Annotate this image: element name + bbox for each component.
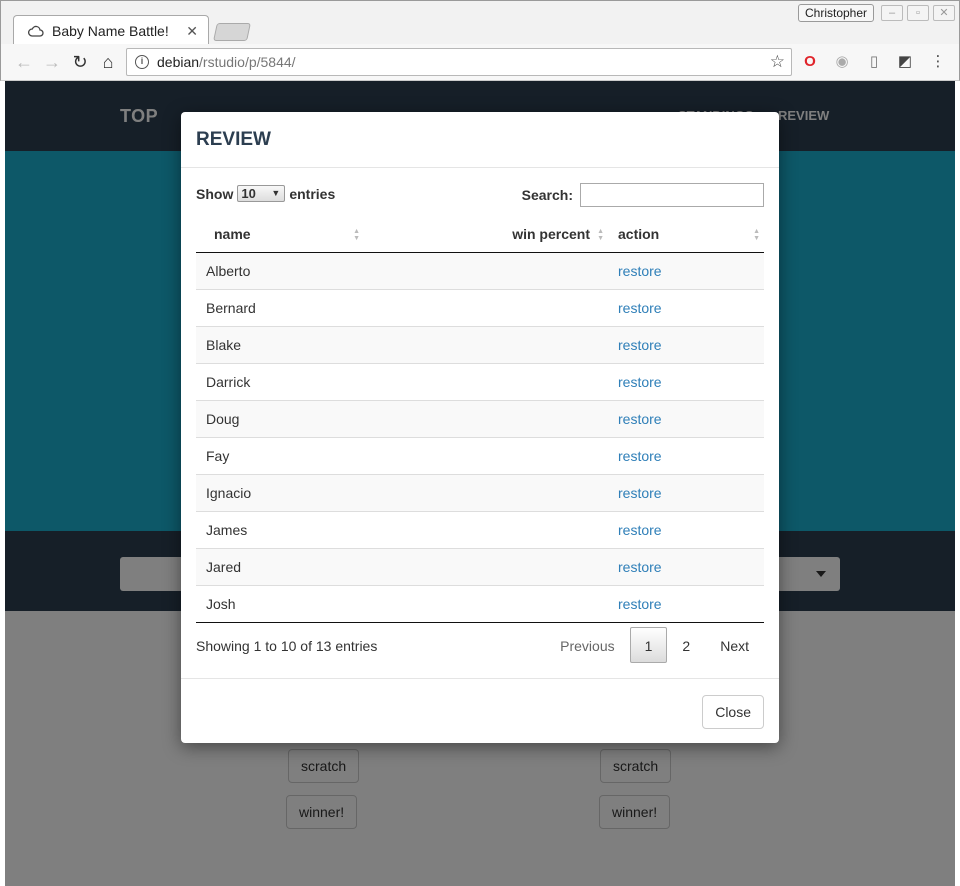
- sort-icon: ▲ ▼: [353, 228, 360, 242]
- row-name: Bernard: [196, 288, 364, 326]
- column-header-name[interactable]: name ▲ ▼: [196, 216, 364, 253]
- row-action: restore: [608, 362, 764, 400]
- row-win-percent: [364, 584, 608, 623]
- row-action: restore: [608, 252, 764, 289]
- entries-select[interactable]: 10 ▼: [237, 185, 286, 202]
- profile-button[interactable]: Christopher: [798, 4, 875, 22]
- sort-icon: ▲ ▼: [753, 228, 760, 242]
- row-action: restore: [608, 584, 764, 623]
- restore-link[interactable]: restore: [618, 596, 662, 612]
- sort-icon: ▲ ▼: [597, 228, 604, 242]
- restore-link[interactable]: restore: [618, 300, 662, 316]
- table-row: Ignacio restore: [196, 473, 764, 511]
- row-win-percent: [364, 510, 608, 548]
- back-icon[interactable]: ←: [12, 50, 36, 74]
- menu-icon[interactable]: ⋮: [928, 52, 948, 72]
- home-icon[interactable]: ⌂: [96, 50, 120, 74]
- row-action: restore: [608, 399, 764, 437]
- new-tab-button[interactable]: [213, 23, 251, 41]
- row-name: Jared: [196, 547, 364, 585]
- reload-icon[interactable]: ↻: [68, 50, 92, 74]
- page-2-button[interactable]: 2: [667, 627, 705, 663]
- row-action: restore: [608, 547, 764, 585]
- restore-link[interactable]: restore: [618, 559, 662, 575]
- row-win-percent: [364, 288, 608, 326]
- row-action: restore: [608, 510, 764, 548]
- table-row: Alberto restore: [196, 252, 764, 289]
- row-win-percent: [364, 399, 608, 437]
- row-win-percent: [364, 436, 608, 474]
- row-name: Doug: [196, 399, 364, 437]
- url-text: debian/rstudio/p/5844/: [157, 54, 296, 70]
- table-row: Josh restore: [196, 584, 764, 623]
- restore-link[interactable]: restore: [618, 448, 662, 464]
- table-row: Fay restore: [196, 436, 764, 474]
- forward-icon[interactable]: →: [40, 50, 64, 74]
- row-win-percent: [364, 362, 608, 400]
- row-name: Darrick: [196, 362, 364, 400]
- reader-icon[interactable]: ▯: [864, 52, 884, 72]
- next-page-button[interactable]: Next: [705, 627, 764, 663]
- row-win-percent: [364, 252, 608, 289]
- cloud-icon: [28, 25, 44, 37]
- row-action: restore: [608, 288, 764, 326]
- row-name: Ignacio: [196, 473, 364, 511]
- modal-footer: Close: [181, 678, 779, 743]
- close-window-icon[interactable]: ✕: [933, 5, 955, 21]
- row-win-percent: [364, 473, 608, 511]
- info-icon[interactable]: i: [135, 55, 149, 69]
- browser-toolbar: ← → ↻ ⌂ i debian/rstudio/p/5844/ ☆ O ◉ ▯…: [0, 44, 960, 81]
- table-row: James restore: [196, 510, 764, 548]
- row-action: restore: [608, 473, 764, 511]
- extension-icon[interactable]: ◉: [832, 52, 852, 72]
- cast-icon[interactable]: ◩: [895, 52, 915, 72]
- table-row: Darrick restore: [196, 362, 764, 400]
- row-name: Blake: [196, 325, 364, 363]
- pagination: Previous 1 2 Next: [545, 627, 764, 663]
- close-button[interactable]: Close: [702, 695, 764, 729]
- tab-title: Baby Name Battle!: [52, 23, 169, 39]
- browser-tab[interactable]: Baby Name Battle! ✕: [13, 15, 209, 45]
- table-row: Blake restore: [196, 325, 764, 363]
- restore-link[interactable]: restore: [618, 374, 662, 390]
- restore-link[interactable]: restore: [618, 485, 662, 501]
- row-win-percent: [364, 325, 608, 363]
- modal-title: REVIEW: [196, 129, 271, 150]
- bookmark-star-icon[interactable]: ☆: [770, 52, 785, 72]
- table-row: Bernard restore: [196, 288, 764, 326]
- search-input[interactable]: [580, 183, 764, 207]
- restore-link[interactable]: restore: [618, 522, 662, 538]
- column-header-action[interactable]: action ▲ ▼: [608, 216, 764, 253]
- review-modal: REVIEW Show 10 ▼ entries Search: name ▲ ▼ w…: [181, 112, 779, 743]
- search-area: Search:: [522, 183, 764, 207]
- close-tab-icon[interactable]: ✕: [186, 23, 198, 40]
- restore-link[interactable]: restore: [618, 263, 662, 279]
- restore-link[interactable]: restore: [618, 337, 662, 353]
- minimize-icon[interactable]: –: [881, 5, 903, 21]
- table-info: Showing 1 to 10 of 13 entries: [196, 638, 378, 654]
- table-row: Jared restore: [196, 547, 764, 585]
- row-action: restore: [608, 325, 764, 363]
- address-bar[interactable]: i debian/rstudio/p/5844/ ☆: [126, 48, 792, 76]
- entries-length: Show 10 ▼ entries: [196, 185, 336, 202]
- opera-icon[interactable]: O: [800, 52, 820, 72]
- row-name: Alberto: [196, 252, 364, 289]
- column-header-win-percent[interactable]: win percent ▲ ▼: [364, 216, 608, 253]
- page-content: TOP STANDINGS REVIEW scratch scratch win…: [5, 81, 955, 886]
- row-name: James: [196, 510, 364, 548]
- row-name: Fay: [196, 436, 364, 474]
- browser-tabstrip: Baby Name Battle! ✕ Christopher – ▫ ✕: [0, 0, 960, 45]
- table-row: Doug restore: [196, 399, 764, 437]
- row-name: Josh: [196, 584, 364, 623]
- maximize-icon[interactable]: ▫: [907, 5, 929, 21]
- previous-page-button[interactable]: Previous: [545, 627, 629, 663]
- dropdown-arrow-icon: ▼: [271, 188, 281, 198]
- row-action: restore: [608, 436, 764, 474]
- review-table: name ▲ ▼ win percent ▲ ▼ action ▲ ▼ Alberto res…: [196, 216, 764, 623]
- page-1-button[interactable]: 1: [629, 627, 668, 663]
- restore-link[interactable]: restore: [618, 411, 662, 427]
- row-win-percent: [364, 547, 608, 585]
- modal-header: REVIEW: [181, 112, 779, 168]
- modal-body: Show 10 ▼ entries Search: name ▲ ▼ win perc…: [181, 168, 779, 678]
